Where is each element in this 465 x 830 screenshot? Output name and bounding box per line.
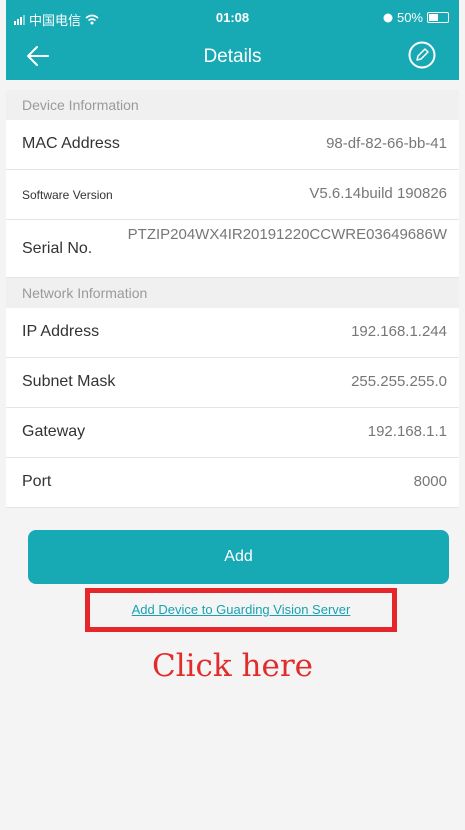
section-header-network: Network Information [6,278,459,308]
guarding-vision-link[interactable]: Add Device to Guarding Vision Server [85,588,397,632]
row-mac-address: MAC Address 98-df-82-66-bb-41 [6,120,459,170]
row-value: 192.168.1.244 [351,323,447,340]
row-ip-address: IP Address 192.168.1.244 [6,308,459,358]
status-right: 50% [383,10,449,25]
row-software-version: Software Version V5.6.14build 190826 [6,170,459,220]
section-header-device: Device Information [6,90,459,120]
row-label: Gateway [22,423,86,440]
add-button[interactable]: Add [28,530,449,584]
row-value: 98-df-82-66-bb-41 [326,135,447,152]
alarm-icon [383,13,393,22]
row-gateway: Gateway 192.168.1.1 [6,408,459,458]
edit-button[interactable] [407,40,441,74]
battery-icon [427,12,449,23]
row-serial-number: Serial No. PTZIP204WX4IR20191220CCWRE036… [6,220,459,278]
row-label: Port [22,473,52,490]
nav-bar: Details [6,36,459,80]
row-label: MAC Address [22,135,120,152]
row-port: Port 8000 [6,458,459,508]
row-subnet-mask: Subnet Mask 255.255.255.0 [6,358,459,408]
battery-percent: 50% [396,10,423,25]
row-label: Software Version [22,188,113,202]
row-value: 8000 [413,473,447,490]
row-label: IP Address [22,323,100,340]
row-value: 255.255.255.0 [351,373,447,390]
click-here-annotation: Click here [151,648,314,684]
row-value: PTZIP204WX4IR20191220CCWRE03649686W [127,226,447,243]
row-label: Subnet Mask [22,373,116,390]
row-value: V5.6.14build 190826 [309,185,447,202]
status-bar: 中国电信 01:08 50% [6,0,459,36]
row-value: 192.168.1.1 [367,423,447,440]
pencil-circle-icon [408,41,436,69]
row-label: Serial No. [22,240,93,257]
header-bar: 中国电信 01:08 50% Details [6,0,459,80]
page-title: Details [203,46,262,67]
